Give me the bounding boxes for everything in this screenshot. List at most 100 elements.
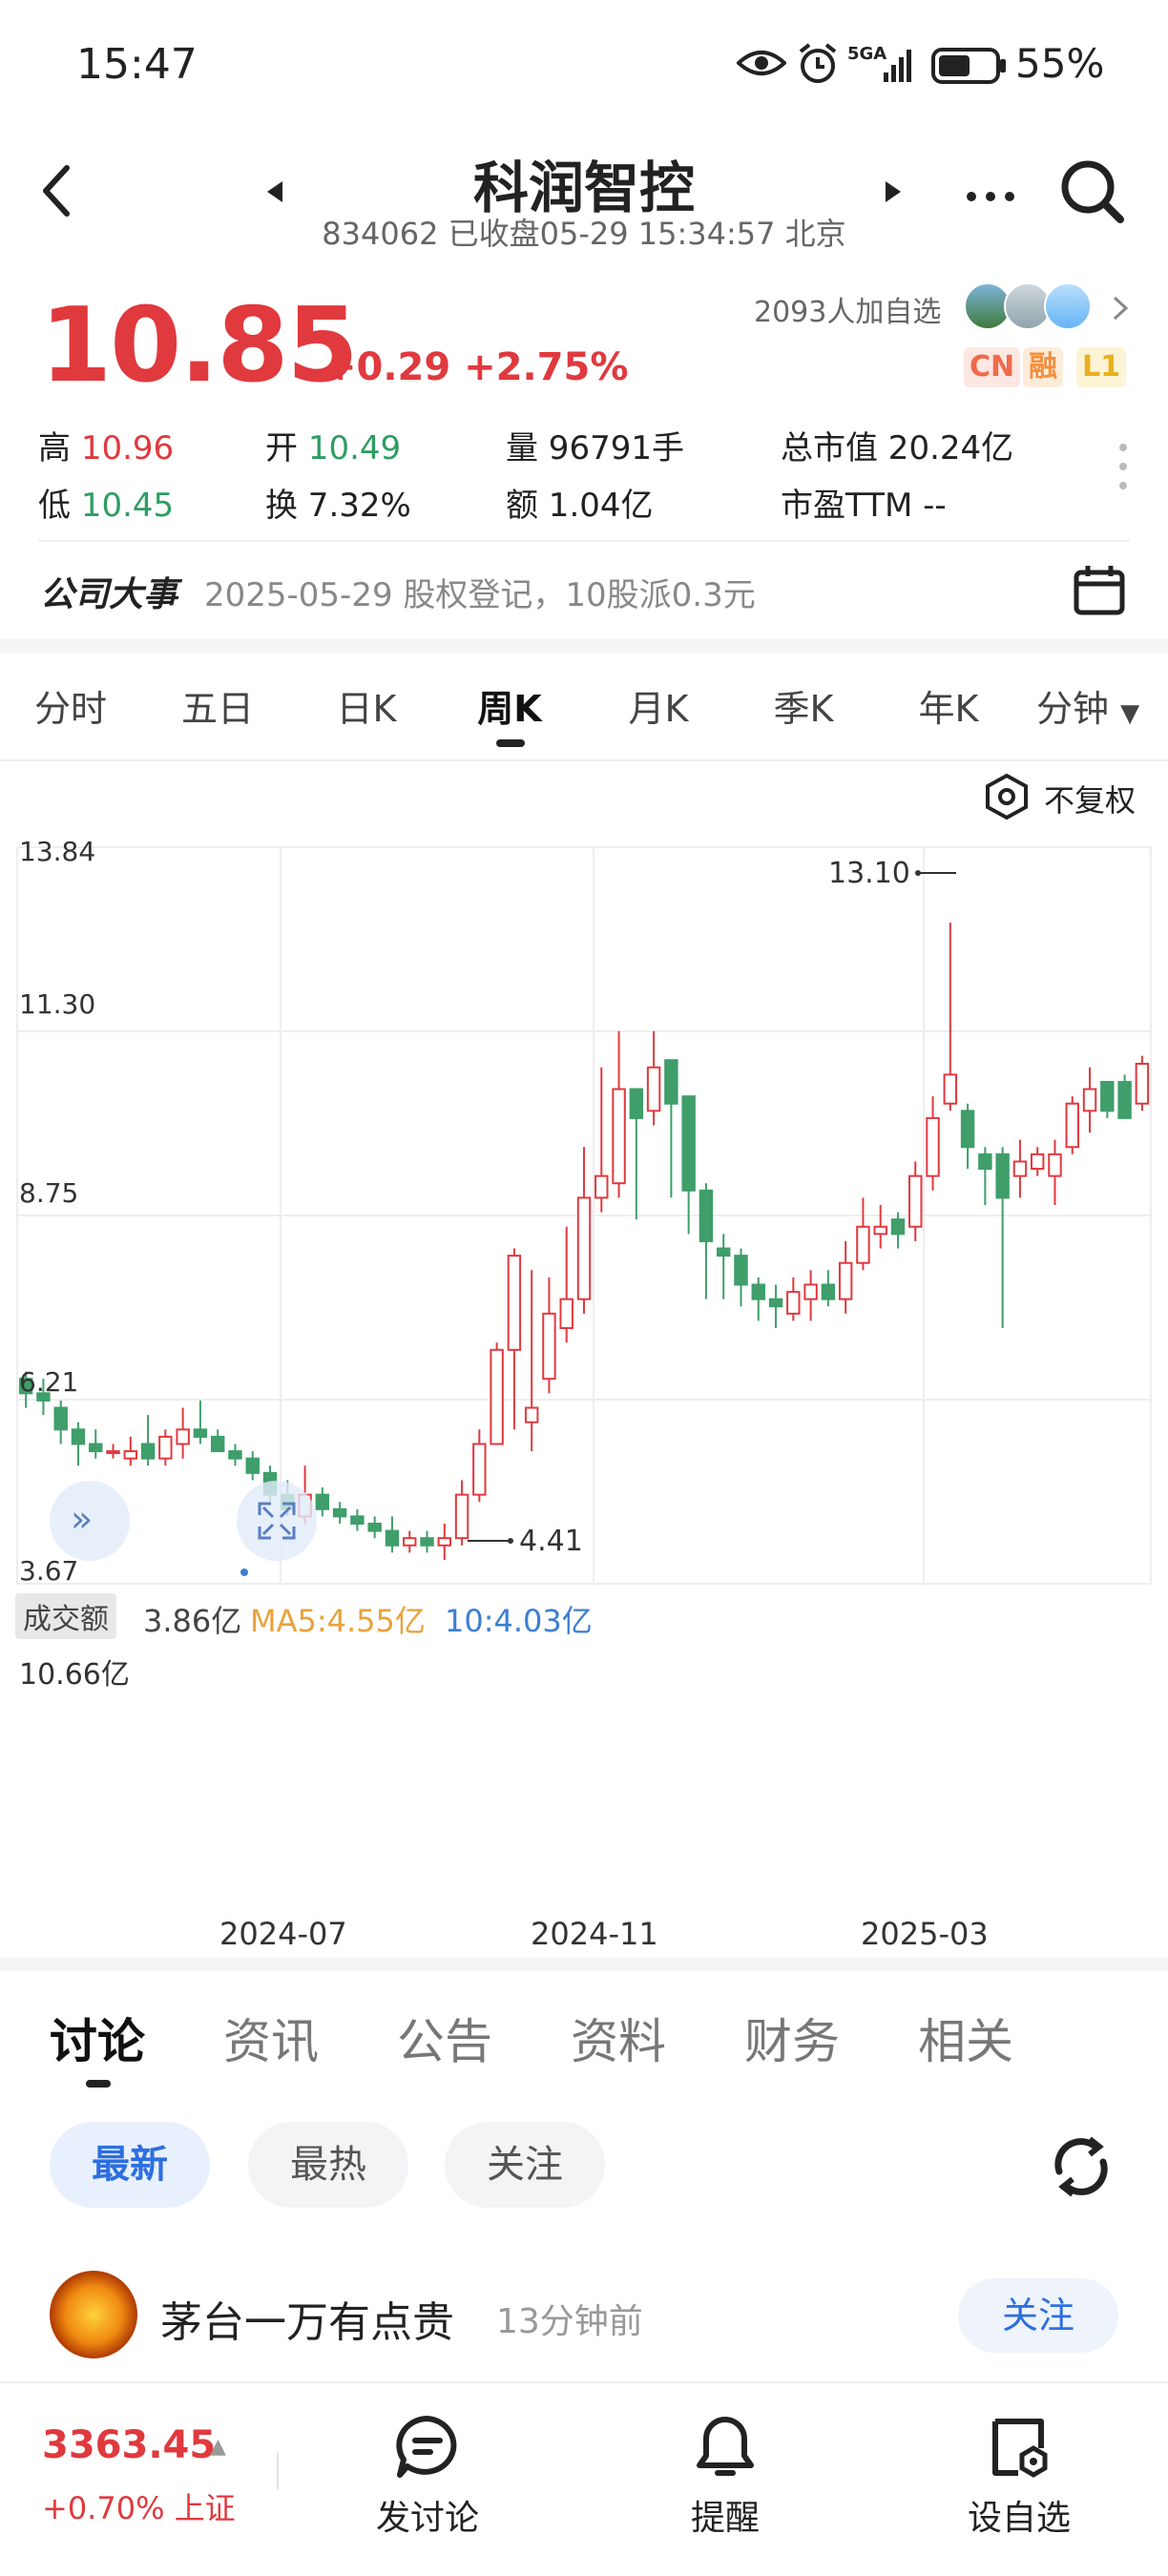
candle-body (786, 1291, 801, 1315)
tab-five-day[interactable]: 五日 (170, 679, 265, 732)
candle-body (646, 1066, 661, 1112)
candle-body (1012, 1160, 1028, 1177)
stat-low-label: 低 (38, 487, 71, 525)
nav-remind-label: 提醒 (690, 2499, 760, 2538)
event-label: 公司大事 (40, 575, 178, 614)
tab-announcements[interactable]: 公告 (397, 2004, 492, 2072)
news-tab-indicator (86, 2080, 111, 2088)
battery-percent: 55% (1015, 40, 1105, 87)
alarm-icon (799, 43, 837, 83)
candle-body (385, 1529, 400, 1547)
event-text[interactable]: 2025-05-29 股权登记，10股派0.3元 (204, 569, 756, 615)
follower-avatars[interactable] (964, 282, 1097, 332)
tab-year-k[interactable]: 年K (901, 679, 996, 732)
x-tick-label: 2025-03 (861, 1916, 989, 1952)
candle-body (315, 1493, 330, 1510)
refresh-icon[interactable] (1048, 2133, 1115, 2200)
candle-body (437, 1537, 451, 1547)
bell-icon (697, 2417, 754, 2476)
section-gap (0, 1958, 1168, 1971)
post-author[interactable]: 茅台一万有点贵 (160, 2288, 454, 2349)
filter-latest[interactable]: 最新 (50, 2122, 210, 2208)
candle-body (1065, 1102, 1079, 1149)
followers-count[interactable]: 2093人加自选 (754, 288, 941, 330)
volume-axis-max: 10.66亿 (19, 1658, 130, 1692)
vertical-more-icon[interactable] (1116, 441, 1130, 492)
nav-remind[interactable]: 提醒 (630, 2414, 821, 2540)
candle-body (140, 1443, 156, 1460)
y-tick-label: 6.21 (19, 1366, 79, 1398)
index-value[interactable]: 3363.45 (42, 2423, 216, 2467)
candles (18, 922, 1150, 1560)
more-icon[interactable] (964, 189, 1017, 204)
candle-body (751, 1283, 765, 1300)
candle-body (53, 1406, 68, 1431)
low-marker-dot (508, 1538, 513, 1544)
post-time: 13分钟前 (496, 2302, 643, 2341)
indicator-dot (240, 1568, 248, 1576)
status-bar: 15:47 5GA 55% (0, 0, 1168, 134)
stat-open-label: 开 (265, 429, 298, 467)
stat-amount: 额 1.04亿 (506, 487, 654, 525)
high-annotation: 13.10 (828, 857, 910, 890)
tab-discuss[interactable]: 讨论 (50, 2004, 145, 2072)
candle-body (1082, 1088, 1097, 1112)
stat-open-value: 10.49 (307, 429, 402, 467)
y-tick-label: 8.75 (19, 1177, 79, 1209)
candle-body (176, 1428, 190, 1445)
calendar-icon[interactable] (1073, 563, 1126, 616)
filter-hot[interactable]: 最热 (248, 2122, 408, 2208)
candle-body (926, 1116, 940, 1177)
tab-minute-label: 分钟 (1036, 688, 1110, 730)
double-chevron-right-icon: » (71, 1498, 94, 1540)
candle-body (524, 1406, 539, 1423)
candle-body (228, 1450, 242, 1460)
tab-week-k[interactable]: 周K (462, 679, 557, 732)
avatar[interactable] (50, 2271, 137, 2358)
candle-body (507, 1255, 522, 1351)
current-price: 10.85 (40, 286, 359, 405)
volume-value: 3.86亿 (143, 1603, 242, 1639)
candle-body (838, 1261, 853, 1300)
price-change: +0.29 +2.75% (324, 345, 629, 389)
fullscreen-icon (258, 1502, 296, 1540)
up-triangle-icon: ▲ (210, 2435, 226, 2459)
tab-month-k[interactable]: 月K (611, 679, 706, 732)
tab-quarter-k[interactable]: 季K (756, 679, 851, 732)
stat-high: 高 10.96 (38, 422, 174, 468)
tab-news[interactable]: 资讯 (223, 2004, 319, 2072)
stat-pe: 市盈TTM -- (781, 487, 947, 525)
search-icon[interactable] (1059, 158, 1126, 225)
follow-button[interactable]: 关注 (958, 2278, 1118, 2353)
candle-body (106, 1450, 120, 1455)
badge-cn: CN (964, 347, 1021, 387)
candlestick-chart[interactable] (0, 821, 1168, 1603)
tab-financials[interactable]: 财务 (744, 2004, 840, 2072)
nav-add-watchlist[interactable]: 设自选 (924, 2414, 1115, 2540)
candle-body (1048, 1153, 1062, 1177)
next-stock-icon[interactable] (884, 179, 903, 204)
tab-intraday[interactable]: 分时 (23, 679, 118, 732)
nav-post-label: 发讨论 (375, 2499, 479, 2538)
tab-profile[interactable]: 资料 (571, 2004, 666, 2072)
candle-body (193, 1428, 208, 1438)
fullscreen-button[interactable] (237, 1481, 317, 1561)
signal-icon (884, 50, 911, 82)
tab-minute[interactable]: 分钟 ▼ (1036, 679, 1141, 732)
candle-body (559, 1298, 574, 1330)
tab-day-k[interactable]: 日K (319, 679, 414, 732)
filter-following[interactable]: 关注 (445, 2122, 605, 2208)
volume-label[interactable]: 成交额 (15, 1593, 116, 1639)
candle-body (856, 1225, 870, 1264)
tab-related[interactable]: 相关 (918, 2004, 1013, 2072)
candle-body (821, 1283, 836, 1300)
candle-body (454, 1493, 469, 1540)
chevron-right-icon[interactable] (1111, 294, 1130, 322)
expand-panel-button[interactable]: » (50, 1481, 130, 1561)
candle-body (717, 1247, 731, 1257)
candle-body (158, 1435, 173, 1460)
adjust-label: 不复权 (1044, 782, 1137, 819)
y-tick-label: 13.84 (19, 836, 96, 867)
badge-margin: 融 (1023, 347, 1063, 387)
nav-post-discussion[interactable]: 发讨论 (332, 2414, 523, 2540)
